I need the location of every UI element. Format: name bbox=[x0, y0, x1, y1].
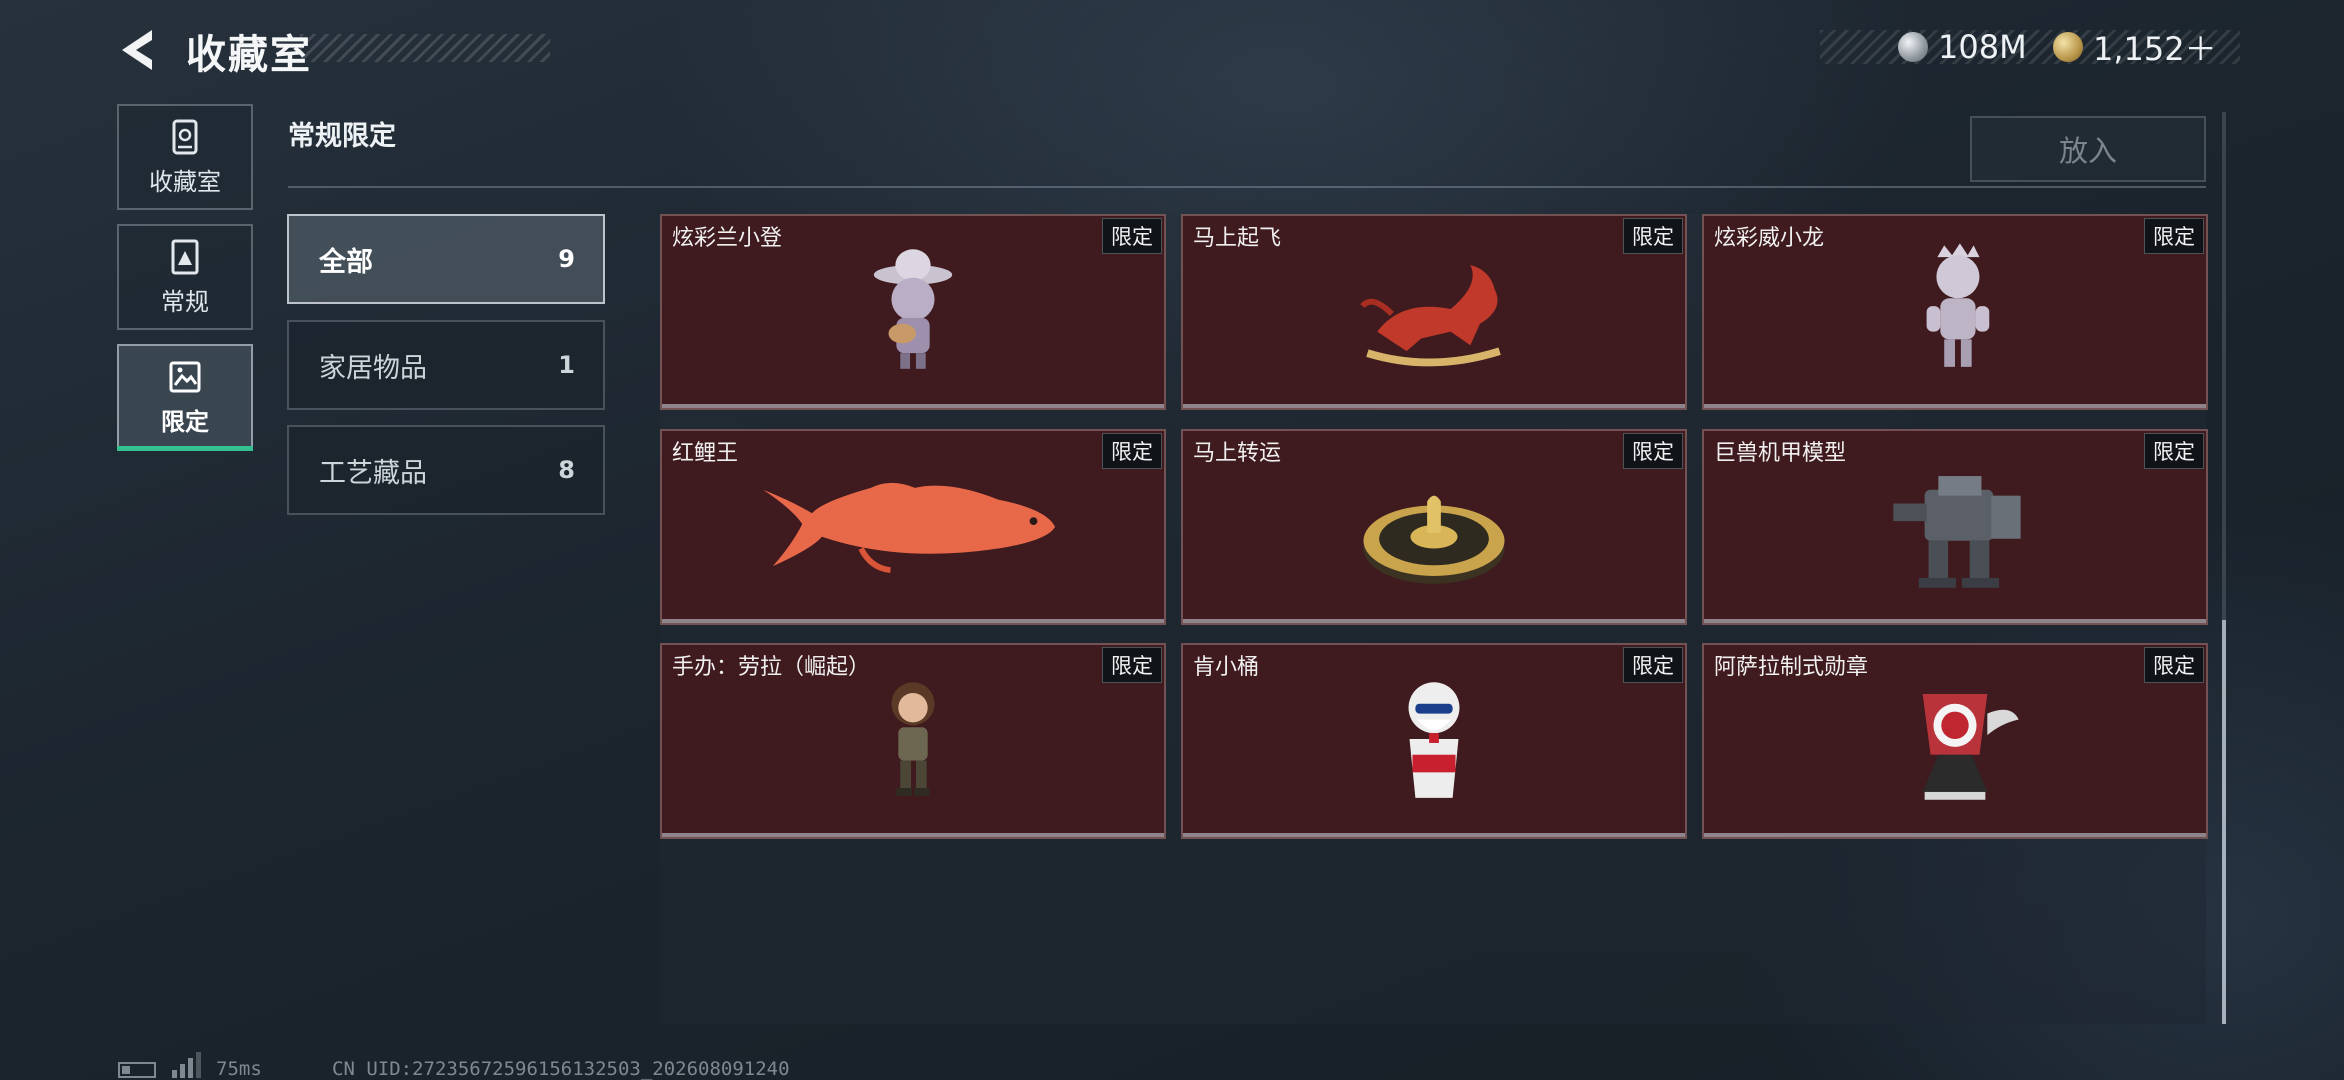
vault-icon bbox=[172, 119, 198, 154]
silver-amount: 108M bbox=[1938, 28, 2027, 66]
card-icon bbox=[171, 239, 199, 274]
uid-text: CN UID:27235672596156132503_202608091240 bbox=[332, 1058, 790, 1080]
signal-icon bbox=[172, 1052, 201, 1078]
limited-badge: 限定 bbox=[1102, 647, 1162, 683]
limited-badge: 限定 bbox=[1623, 647, 1683, 683]
nav-item-limited[interactable]: 限定 bbox=[117, 344, 253, 450]
category-count: 1 bbox=[558, 351, 575, 379]
item-name: 肯小桶 bbox=[1193, 655, 1260, 680]
category-count: 9 bbox=[558, 245, 575, 273]
category-label: 工艺藏品 bbox=[319, 457, 427, 489]
item-name: 阿萨拉制式勋章 bbox=[1714, 655, 1869, 680]
item-card[interactable]: 炫彩威小龙 限定 bbox=[1702, 214, 2208, 410]
limited-badge: 限定 bbox=[2144, 218, 2204, 254]
limited-badge: 限定 bbox=[1102, 433, 1162, 469]
section-title: 常规限定 bbox=[288, 121, 396, 152]
section-divider bbox=[288, 186, 2206, 188]
item-name: 马上起飞 bbox=[1193, 226, 1282, 251]
item-card[interactable]: 手办：劳拉（崛起） 限定 bbox=[660, 643, 1166, 839]
currency-silver: 108M bbox=[1898, 28, 2027, 66]
category-label: 全部 bbox=[319, 246, 373, 278]
limited-badge: 限定 bbox=[2144, 647, 2204, 683]
ping-text: 75ms bbox=[216, 1058, 262, 1080]
nav-active-indicator bbox=[117, 446, 253, 451]
category-label: 家居物品 bbox=[319, 352, 427, 384]
limited-badge: 限定 bbox=[1623, 218, 1683, 254]
item-name: 手办：劳拉（崛起） bbox=[672, 655, 871, 680]
limited-badge: 限定 bbox=[1102, 218, 1162, 254]
category-count: 8 bbox=[558, 456, 575, 484]
item-name: 马上转运 bbox=[1193, 441, 1282, 466]
item-name: 红鲤王 bbox=[672, 441, 739, 466]
category-crafts[interactable]: 工艺藏品 8 bbox=[287, 425, 605, 515]
category-all[interactable]: 全部 9 bbox=[287, 214, 605, 304]
image-icon bbox=[169, 361, 201, 392]
item-name: 巨兽机甲模型 bbox=[1714, 441, 1847, 466]
item-card[interactable]: 肯小桶 限定 bbox=[1181, 643, 1687, 839]
category-home-items[interactable]: 家居物品 1 bbox=[287, 320, 605, 410]
item-name: 炫彩兰小登 bbox=[672, 226, 783, 251]
page-title: 收藏室 bbox=[186, 32, 312, 78]
item-card[interactable]: 阿萨拉制式勋章 限定 bbox=[1702, 643, 2208, 839]
silver-coin-icon bbox=[1898, 32, 1928, 62]
nav-label: 常规 bbox=[161, 287, 209, 316]
item-name: 炫彩威小龙 bbox=[1714, 226, 1825, 251]
limited-badge: 限定 bbox=[2144, 433, 2204, 469]
item-card[interactable]: 巨兽机甲模型 限定 bbox=[1702, 429, 2208, 625]
back-arrow-icon[interactable] bbox=[118, 26, 162, 74]
item-card[interactable]: 炫彩兰小登 限定 bbox=[660, 214, 1166, 410]
place-button[interactable]: 放入 bbox=[1970, 116, 2206, 182]
gold-coin-icon bbox=[2053, 32, 2083, 62]
item-card[interactable]: 红鲤王 限定 bbox=[660, 429, 1166, 625]
gold-amount: 1,152＋ bbox=[2093, 30, 2217, 68]
item-card[interactable]: 马上转运 限定 bbox=[1181, 429, 1687, 625]
item-card[interactable]: 马上起飞 限定 bbox=[1181, 214, 1687, 410]
battery-icon bbox=[118, 1062, 156, 1078]
limited-badge: 限定 bbox=[1623, 433, 1683, 469]
nav-label: 限定 bbox=[161, 407, 209, 436]
scrollbar-thumb[interactable] bbox=[2222, 620, 2226, 1024]
nav-item-regular[interactable]: 常规 bbox=[117, 224, 253, 330]
title-decoration bbox=[300, 34, 550, 62]
currency-gold[interactable]: 1,152＋ bbox=[2053, 28, 2217, 68]
nav-label: 收藏室 bbox=[149, 167, 221, 196]
nav-item-vault[interactable]: 收藏室 bbox=[117, 104, 253, 210]
